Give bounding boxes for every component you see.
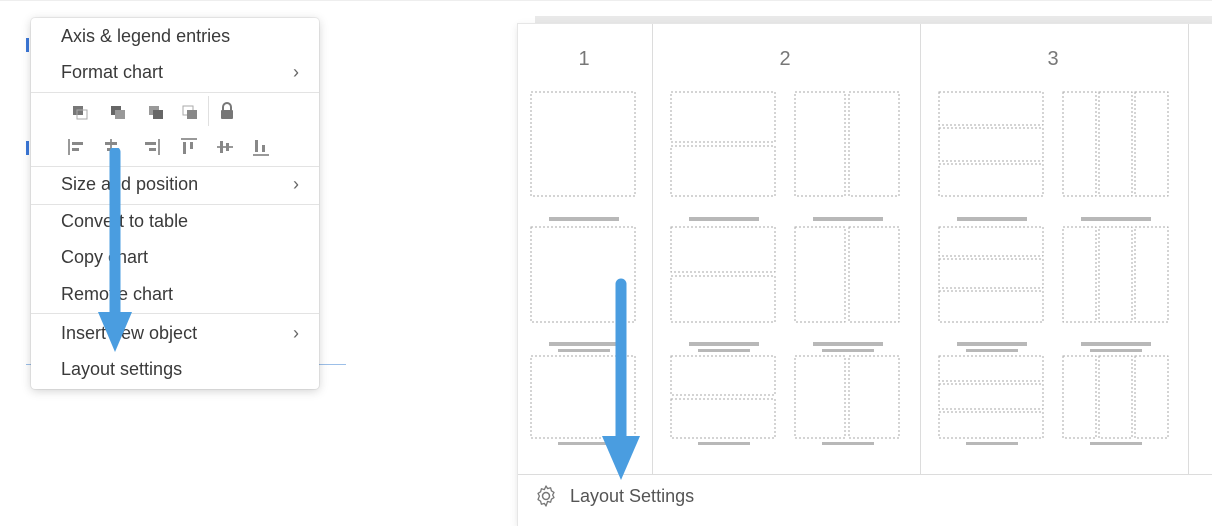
panel-shadow <box>535 16 1212 24</box>
gear-icon <box>537 485 555 507</box>
align-right-icon[interactable] <box>141 137 161 157</box>
layout-option-3f[interactable] <box>1062 355 1169 439</box>
chart-context-menu: Axis & legend entries Format chart › Siz <box>31 18 319 389</box>
layout-settings-label: Layout Settings <box>570 485 695 506</box>
align-top-icon[interactable] <box>179 137 199 157</box>
menu-item-label: Format chart <box>61 61 164 82</box>
align-bottom-icon[interactable] <box>251 137 271 157</box>
layout-option-3d[interactable] <box>1062 226 1169 323</box>
layout-option-3c[interactable] <box>938 226 1044 323</box>
layout-option-3a[interactable] <box>938 91 1044 197</box>
layout-option-2d[interactable] <box>794 226 900 323</box>
menu-item-label: Axis & legend entries <box>61 25 231 46</box>
menu-separator <box>31 92 319 93</box>
down-arrow-annotation <box>602 278 640 480</box>
chevron-right-icon: › <box>293 62 299 82</box>
menu-item-convert-table[interactable]: Convert to table <box>31 204 319 238</box>
layout-option-2a[interactable] <box>670 91 776 197</box>
send-backward-icon[interactable] <box>145 102 165 122</box>
layout-option-2e[interactable] <box>670 355 776 439</box>
chevron-right-icon: › <box>293 323 299 343</box>
menu-item-remove-chart[interactable]: Remove chart <box>31 277 319 311</box>
background-accent <box>26 38 29 52</box>
layout-option-1a[interactable] <box>530 91 636 197</box>
menu-item-format-chart[interactable]: Format chart › <box>31 55 319 89</box>
layout-option-2f[interactable] <box>794 355 900 439</box>
menu-item-insert-new-object[interactable]: Insert new object › <box>31 316 319 350</box>
down-arrow-annotation <box>98 148 132 352</box>
toolbar-divider <box>208 96 209 126</box>
layout-option-2c[interactable] <box>670 226 776 323</box>
menu-separator <box>31 313 319 314</box>
align-left-icon[interactable] <box>67 137 87 157</box>
layout-option-2b[interactable] <box>794 91 900 197</box>
bring-forward-icon[interactable] <box>107 102 127 122</box>
background-accent <box>26 141 29 155</box>
align-middle-icon[interactable] <box>215 137 235 157</box>
menu-item-size-position[interactable]: Size and position › <box>31 167 319 201</box>
send-to-back-icon[interactable] <box>179 102 199 122</box>
layout-option-3e[interactable] <box>938 355 1044 439</box>
layout-option-3b[interactable] <box>1062 91 1169 197</box>
menu-item-layout-settings[interactable]: Layout settings <box>31 352 319 386</box>
background-line <box>0 0 1212 1</box>
menu-item-copy-chart[interactable]: Copy chart <box>31 240 319 274</box>
lock-icon[interactable] <box>217 101 237 121</box>
menu-item-axis-legend[interactable]: Axis & legend entries <box>31 19 319 53</box>
chevron-right-icon: › <box>293 174 299 194</box>
menu-item-label: Layout settings <box>61 358 183 379</box>
bring-to-front-icon[interactable] <box>69 102 89 122</box>
